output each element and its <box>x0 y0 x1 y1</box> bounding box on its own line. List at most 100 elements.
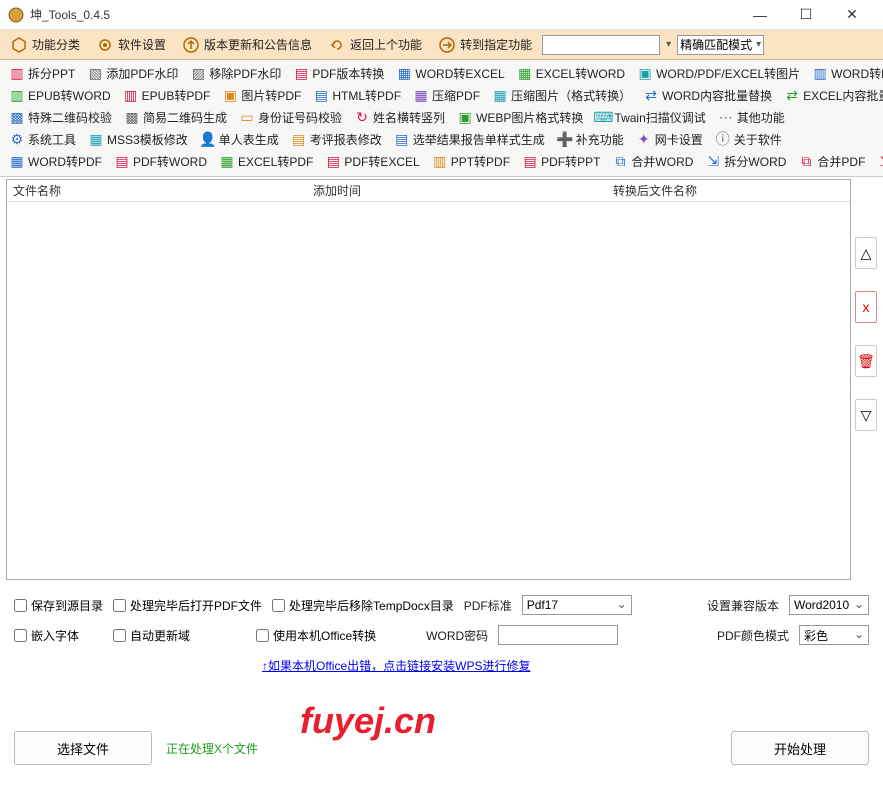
gear-icon: ⚙ <box>9 131 25 147</box>
tool-image-to-pdf[interactable]: ▣图片转PDF <box>217 86 306 105</box>
tool-other[interactable]: ⋯其他功能 <box>713 108 790 127</box>
close-button[interactable]: ✕ <box>829 0 875 30</box>
tool-election-report[interactable]: ▤选举结果报告单样式生成 <box>389 130 550 149</box>
maximize-button[interactable]: ☐ <box>783 0 829 30</box>
tool-compress-image[interactable]: ▦压缩图片（格式转换） <box>487 86 636 105</box>
color-mode-select[interactable]: 彩色 <box>799 625 869 645</box>
delete-button[interactable]: x <box>855 291 877 323</box>
pdf-standard-select[interactable]: Pdf17 <box>522 595 632 615</box>
tool-label: EPUB转WORD <box>28 87 111 104</box>
word-password-input[interactable] <box>498 625 618 645</box>
chk-label: 嵌入字体 <box>31 627 79 644</box>
minimize-button[interactable]: — <box>737 0 783 30</box>
goto-button[interactable]: 转到指定功能 <box>432 34 538 56</box>
dropdown-caret-icon[interactable]: ▾ <box>666 39 671 50</box>
tool-webp-convert[interactable]: ▣WEBP图片格式转换 <box>452 108 588 127</box>
tool-compress-pdf[interactable]: ▦压缩PDF <box>408 86 485 105</box>
tool-merge-word[interactable]: ⧉合并WORD <box>607 152 698 171</box>
chk-embed-font[interactable]: 嵌入字体 <box>14 627 79 644</box>
tool-qr-generate[interactable]: ▩简易二维码生成 <box>119 108 232 127</box>
tool-mss3-template[interactable]: ▦MSS3模板修改 <box>83 130 193 149</box>
clear-button[interactable]: 🗑 <box>855 345 877 377</box>
tool-pdf-to-word[interactable]: ▤PDF转WORD <box>109 152 212 171</box>
tool-single-table[interactable]: 👤单人表生成 <box>195 130 284 149</box>
tool-word-to-epub[interactable]: ▥WORD转EPUB <box>807 64 883 83</box>
tool-epub-to-word[interactable]: ▥EPUB转WORD <box>4 86 116 105</box>
category-button[interactable]: 功能分类 <box>4 34 86 56</box>
back-button[interactable]: 返回上个功能 <box>322 34 428 56</box>
tool-ppt-to-pdf[interactable]: ▥PPT转PDF <box>427 152 515 171</box>
chevron-down-icon: ▾ <box>756 39 761 50</box>
tool-pdf-to-excel[interactable]: ▤PDF转EXCEL <box>320 152 424 171</box>
tool-system[interactable]: ⚙系统工具 <box>4 130 81 149</box>
merge-icon: ⧉ <box>798 153 814 169</box>
side-buttons: △ x 🗑 ▽ <box>853 177 883 582</box>
tool-split-word[interactable]: ⇲拆分WORD <box>700 152 791 171</box>
tool-pdf-to-ppt[interactable]: ▤PDF转PPT <box>517 152 605 171</box>
tool-label: 移除PDF水印 <box>209 65 281 82</box>
start-button[interactable]: 开始处理 <box>731 731 869 765</box>
options-row-1: 保存到源目录 处理完毕后打开PDF文件 处理完毕后移除TempDocx目录 PD… <box>14 590 869 620</box>
chk-delete-temp[interactable]: 处理完毕后移除TempDocx目录 <box>272 597 454 614</box>
move-down-button[interactable]: ▽ <box>855 399 877 431</box>
person-icon: 👤 <box>200 131 216 147</box>
version-button[interactable]: 版本更新和公告信息 <box>176 34 318 56</box>
pdf-standard-label: PDF标准 <box>464 597 512 614</box>
file-table[interactable]: 文件名称 添加时间 转换后文件名称 <box>6 179 851 580</box>
tool-name-rotate[interactable]: ↻姓名横转竖列 <box>349 108 450 127</box>
tool-label: PPT转PDF <box>451 153 510 170</box>
tool-add-pdf-watermark[interactable]: ▧添加PDF水印 <box>82 64 183 83</box>
merge-icon: ⧉ <box>612 153 628 169</box>
tool-label: EXCEL内容批量替换 <box>803 87 883 104</box>
tool-label: MSS3模板修改 <box>107 131 188 148</box>
html-icon: ▤ <box>313 87 329 103</box>
move-up-button[interactable]: △ <box>855 237 877 269</box>
list-icon: ▤ <box>394 131 410 147</box>
x-icon: x <box>863 299 870 315</box>
tool-qr-verify[interactable]: ▩特殊二维码校验 <box>4 108 117 127</box>
settings-button[interactable]: 软件设置 <box>90 34 172 56</box>
chk-local-office[interactable]: 使用本机Office转换 <box>256 627 376 644</box>
tool-twain-scan[interactable]: ⌨Twain扫描仪调试 <box>590 108 710 127</box>
choose-file-button[interactable]: 选择文件 <box>14 731 152 765</box>
wps-repair-link[interactable]: ↑如果本机Office出错，点击链接安装WPS进行修复 <box>262 657 530 674</box>
report-icon: ▤ <box>291 131 307 147</box>
tool-word-to-pdf[interactable]: ▦WORD转PDF <box>4 152 107 171</box>
tool-html-to-pdf[interactable]: ▤HTML转PDF <box>308 86 406 105</box>
tool-word-batch-replace[interactable]: ⇄WORD内容批量替换 <box>638 86 777 105</box>
tool-word-to-excel[interactable]: ▦WORD转EXCEL <box>391 64 509 83</box>
goto-label: 转到指定功能 <box>460 36 532 53</box>
tool-supplement[interactable]: ➕补充功能 <box>552 130 629 149</box>
compat-select[interactable]: Word2010 <box>789 595 869 615</box>
category-label: 功能分类 <box>32 36 80 53</box>
stamp-icon: ▧ <box>87 65 103 81</box>
tool-nic-settings[interactable]: ✦网卡设置 <box>631 130 708 149</box>
tool-eval-report[interactable]: ▤考评报表修改 <box>286 130 387 149</box>
chk-save-source[interactable]: 保存到源目录 <box>14 597 103 614</box>
tool-excel-to-word[interactable]: ▦EXCEL转WORD <box>512 64 630 83</box>
version-label: 版本更新和公告信息 <box>204 36 312 53</box>
tool-remove-pdf-watermark[interactable]: ▨移除PDF水印 <box>185 64 286 83</box>
tool-split-ppt[interactable]: ▥拆分PPT <box>4 64 80 83</box>
tool-about[interactable]: ⓘ关于软件 <box>710 130 787 149</box>
tool-id-verify[interactable]: ▭身份证号码校验 <box>234 108 347 127</box>
tool-excel-batch-replace[interactable]: ⇄EXCEL内容批量替换 <box>779 86 883 105</box>
hexagon-icon <box>10 36 28 54</box>
tool-epub-to-pdf[interactable]: ▥EPUB转PDF <box>118 86 216 105</box>
match-mode-select[interactable]: 精确匹配模式 ▾ <box>677 35 764 55</box>
chk-open-after[interactable]: 处理完毕后打开PDF文件 <box>113 597 262 614</box>
tool-split-pdf[interactable]: ⇲拆分PDF <box>872 152 883 171</box>
tool-label: 单人表生成 <box>219 131 279 148</box>
tool-label: 姓名横转竖列 <box>373 109 445 126</box>
tool-to-image[interactable]: ▣WORD/PDF/EXCEL转图片 <box>632 64 805 83</box>
search-input[interactable] <box>542 35 660 55</box>
ppt-icon: ▥ <box>432 153 448 169</box>
tool-label: 压缩PDF <box>432 87 480 104</box>
tool-pdf-version[interactable]: ▤PDF版本转换 <box>288 64 389 83</box>
split-icon: ⇲ <box>705 153 721 169</box>
chk-auto-update[interactable]: 自动更新域 <box>113 627 190 644</box>
tool-row-1: ▥拆分PPT ▧添加PDF水印 ▨移除PDF水印 ▤PDF版本转换 ▦WORD转… <box>4 62 879 84</box>
tool-merge-pdf[interactable]: ⧉合并PDF <box>793 152 870 171</box>
tool-excel-to-pdf[interactable]: ▦EXCEL转PDF <box>214 152 318 171</box>
tool-label: 拆分PPT <box>28 65 75 82</box>
